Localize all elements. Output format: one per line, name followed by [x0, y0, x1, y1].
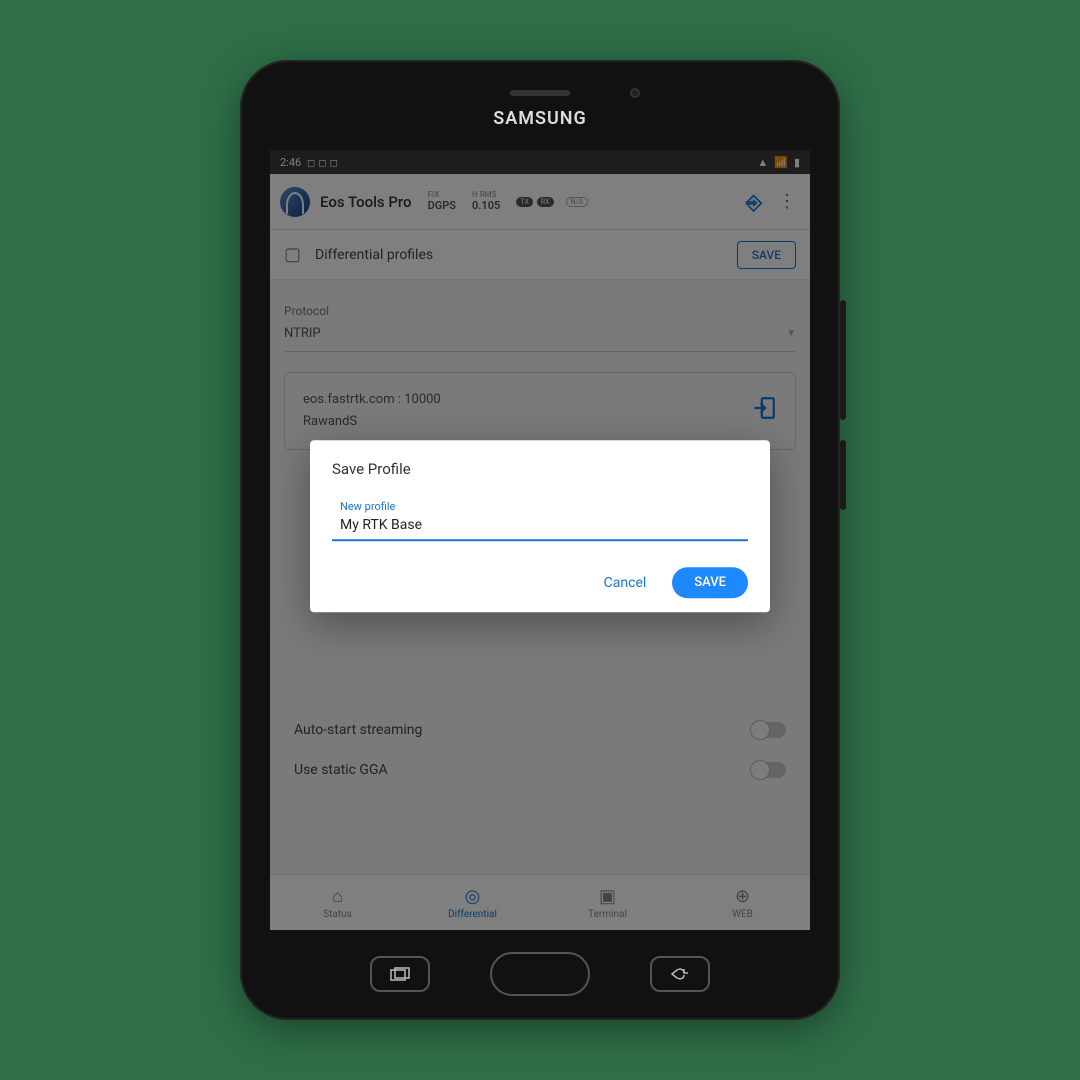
device-brand: SAMSUNG: [240, 108, 840, 129]
cancel-button[interactable]: Cancel: [596, 569, 655, 597]
save-button[interactable]: SAVE: [672, 567, 748, 598]
side-button: [840, 300, 846, 420]
front-camera: [630, 88, 640, 98]
speaker-grille: [510, 90, 570, 96]
back-hw-button[interactable]: [650, 956, 710, 992]
profile-name-input[interactable]: [332, 513, 748, 541]
profile-name-label: New profile: [340, 500, 748, 513]
recents-hw-button[interactable]: [370, 956, 430, 992]
side-button: [840, 440, 846, 510]
dialog-title: Save Profile: [332, 460, 748, 478]
home-hw-button[interactable]: [490, 952, 590, 996]
screen: 2:46 ◻◻◻ ▲ 📶 ▮ Eos Tools Pro FIX DGPS H …: [270, 150, 810, 930]
hardware-buttons: [240, 952, 840, 996]
tablet-frame: SAMSUNG 2:46 ◻◻◻ ▲ 📶 ▮ Eos Tools Pro FIX…: [240, 60, 840, 1020]
save-profile-dialog: Save Profile New profile Cancel SAVE: [310, 440, 770, 612]
